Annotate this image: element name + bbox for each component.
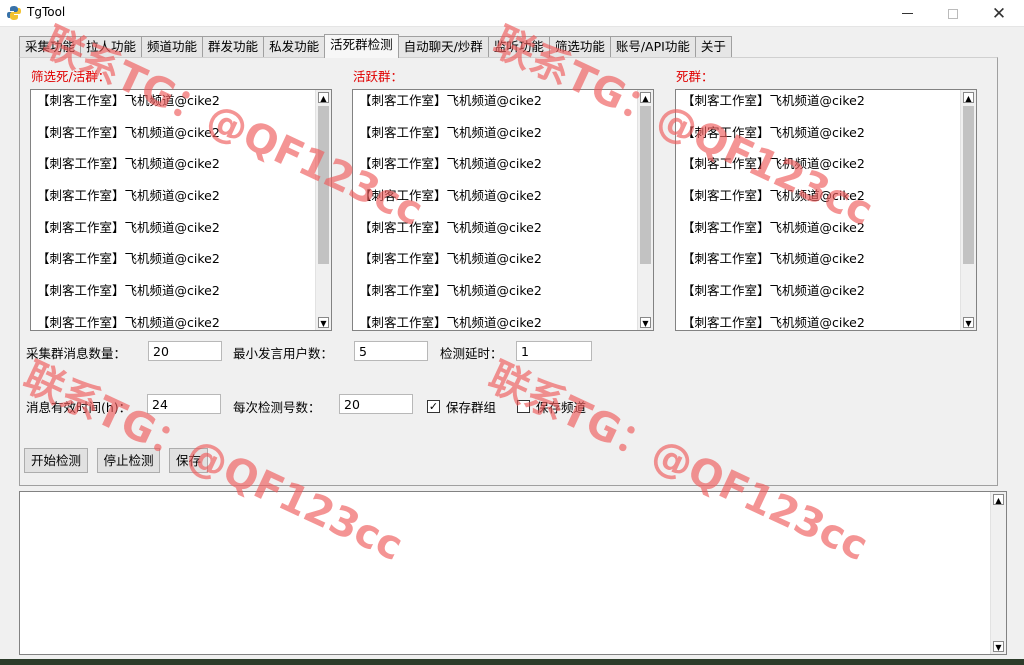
- list-item[interactable]: 【刺客工作室】飞机频道@cike2: [676, 280, 960, 312]
- tab-collect[interactable]: 采集功能: [19, 36, 82, 58]
- list-item[interactable]: 【刺客工作室】飞机频道@cike2: [353, 122, 637, 154]
- per-detect-accounts-label: 每次检测号数：: [233, 400, 321, 415]
- list-item[interactable]: 【刺客工作室】飞机频道@cike2: [676, 153, 960, 185]
- scroll-up-icon[interactable]: ▲: [993, 494, 1004, 505]
- list-item[interactable]: 【刺客工作室】飞机频道@cike2: [31, 280, 315, 312]
- dead-groups-list[interactable]: 【刺客工作室】飞机频道@cike2 【刺客工作室】飞机频道@cike2 【刺客工…: [675, 89, 977, 331]
- start-detect-button[interactable]: 开始检测: [24, 448, 88, 473]
- list-item[interactable]: 【刺客工作室】飞机频道@cike2: [353, 153, 637, 185]
- scroll-down-icon[interactable]: ▼: [963, 317, 974, 328]
- scroll-up-icon[interactable]: ▲: [640, 92, 651, 103]
- active-groups-list[interactable]: 【刺客工作室】飞机频道@cike2 【刺客工作室】飞机频道@cike2 【刺客工…: [352, 89, 654, 331]
- scroll-up-icon[interactable]: ▲: [318, 92, 329, 103]
- log-scrollbar[interactable]: ▲ ▼: [990, 492, 1006, 654]
- scroll-down-icon[interactable]: ▼: [318, 317, 329, 328]
- filter-list-scrollbar[interactable]: ▲ ▼: [315, 90, 331, 330]
- list-item[interactable]: 【刺客工作室】飞机频道@cike2: [31, 217, 315, 249]
- scroll-thumb[interactable]: [318, 106, 329, 264]
- desktop-strip: [0, 659, 1024, 665]
- filter-list-label: 筛选死/活群：: [31, 69, 111, 84]
- maximize-icon: [948, 8, 958, 19]
- close-icon: ✕: [991, 3, 1007, 24]
- title-bar: TgTool ✕: [0, 0, 1024, 27]
- tab-account-api[interactable]: 账号/API功能: [609, 36, 696, 58]
- save-button[interactable]: 保存: [169, 448, 208, 473]
- scroll-up-icon[interactable]: ▲: [963, 92, 974, 103]
- list-item[interactable]: 【刺客工作室】飞机频道@cike2: [676, 217, 960, 249]
- tab-private-send[interactable]: 私发功能: [263, 36, 326, 58]
- tab-bar: 采集功能 拉人功能 频道功能 群发功能 私发功能 活死群检测 自动聊天/炒群 监…: [19, 34, 732, 58]
- list-item[interactable]: 【刺客工作室】飞机频道@cike2: [31, 248, 315, 280]
- detect-delay-input[interactable]: [516, 341, 592, 361]
- list-item[interactable]: 【刺客工作室】飞机频道@cike2: [676, 185, 960, 217]
- close-button[interactable]: ✕: [976, 0, 1022, 27]
- list-item[interactable]: 【刺客工作室】飞机频道@cike2: [676, 248, 960, 280]
- log-output[interactable]: ▲ ▼: [19, 491, 1007, 655]
- list-item[interactable]: 【刺客工作室】飞机频道@cike2: [31, 153, 315, 185]
- tab-auto-chat[interactable]: 自动聊天/炒群: [397, 36, 489, 58]
- list-item[interactable]: 【刺客工作室】飞机频道@cike2: [676, 312, 960, 330]
- python-app-icon: [7, 6, 21, 20]
- list-item[interactable]: 【刺客工作室】飞机频道@cike2: [676, 90, 960, 122]
- collect-msg-count-label: 采集群消息数量：: [26, 346, 127, 361]
- list-item[interactable]: 【刺客工作室】飞机频道@cike2: [353, 248, 637, 280]
- stop-detect-button[interactable]: 停止检测: [97, 448, 160, 473]
- tab-group-detect[interactable]: 活死群检测: [324, 34, 399, 58]
- list-item[interactable]: 【刺客工作室】飞机频道@cike2: [31, 185, 315, 217]
- collect-msg-count-input[interactable]: [148, 341, 222, 361]
- tab-channel[interactable]: 频道功能: [141, 36, 204, 58]
- active-list-label: 活跃群：: [353, 69, 404, 84]
- list-item[interactable]: 【刺客工作室】飞机频道@cike2: [31, 122, 315, 154]
- list-item[interactable]: 【刺客工作室】飞机频道@cike2: [353, 217, 637, 249]
- list-item[interactable]: 【刺客工作室】飞机频道@cike2: [353, 280, 637, 312]
- msg-valid-time-input[interactable]: [147, 394, 221, 414]
- detect-delay-label: 检测延时：: [440, 346, 503, 361]
- list-item[interactable]: 【刺客工作室】飞机频道@cike2: [31, 90, 315, 122]
- window-title: TgTool: [27, 5, 66, 19]
- save-channels-label: 保存频道: [536, 400, 587, 415]
- save-groups-label: 保存群组: [446, 400, 497, 415]
- tab-filter[interactable]: 筛选功能: [548, 36, 611, 58]
- empty-checkbox-icon: [517, 400, 530, 413]
- dead-list-scrollbar[interactable]: ▲ ▼: [960, 90, 976, 330]
- per-detect-accounts-input[interactable]: [339, 394, 413, 414]
- list-item[interactable]: 【刺客工作室】飞机频道@cike2: [31, 312, 315, 330]
- tab-pull-users[interactable]: 拉人功能: [80, 36, 143, 58]
- tab-monitor[interactable]: 监听功能: [487, 36, 550, 58]
- minimize-icon: [901, 13, 913, 14]
- scroll-thumb[interactable]: [963, 106, 974, 264]
- filter-groups-list[interactable]: 【刺客工作室】飞机频道@cike2 【刺客工作室】飞机频道@cike2 【刺客工…: [30, 89, 332, 331]
- scroll-thumb[interactable]: [640, 106, 651, 264]
- save-groups-checkbox[interactable]: ✓ 保存群组: [427, 397, 496, 416]
- list-item[interactable]: 【刺客工作室】飞机频道@cike2: [353, 312, 637, 330]
- list-item[interactable]: 【刺客工作室】飞机频道@cike2: [353, 90, 637, 122]
- save-channels-checkbox[interactable]: 保存频道: [517, 397, 586, 416]
- list-item[interactable]: 【刺客工作室】飞机频道@cike2: [353, 185, 637, 217]
- maximize-button[interactable]: [930, 0, 976, 27]
- checkmark-icon: ✓: [427, 400, 440, 413]
- minimize-button[interactable]: [884, 0, 930, 27]
- active-list-scrollbar[interactable]: ▲ ▼: [637, 90, 653, 330]
- tab-about[interactable]: 关于: [694, 36, 732, 58]
- list-item[interactable]: 【刺客工作室】飞机频道@cike2: [676, 122, 960, 154]
- dead-list-label: 死群：: [676, 69, 714, 84]
- min-speakers-label: 最小发言用户数：: [233, 346, 334, 361]
- scroll-down-icon[interactable]: ▼: [640, 317, 651, 328]
- msg-valid-time-label: 消息有效时间(h)：: [26, 400, 132, 415]
- scroll-down-icon[interactable]: ▼: [993, 641, 1004, 652]
- min-speakers-input[interactable]: [354, 341, 428, 361]
- tab-group-send[interactable]: 群发功能: [202, 36, 265, 58]
